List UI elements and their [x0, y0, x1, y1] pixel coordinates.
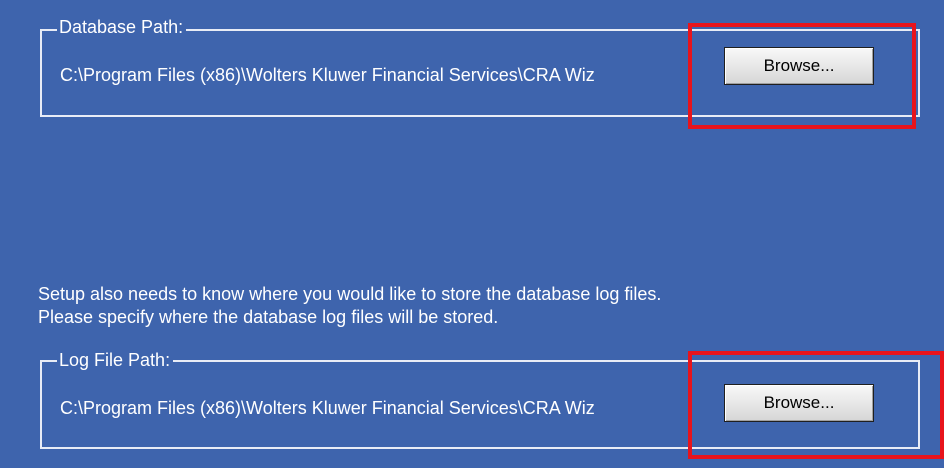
log-files-info-line2: Please specify where the database log fi…: [38, 307, 499, 327]
log-files-info-line1: Setup also needs to know where you would…: [38, 284, 662, 304]
bottom-edge: [0, 468, 950, 474]
log-file-path-value: C:\Program Files (x86)\Wolters Kluwer Fi…: [60, 398, 595, 418]
right-edge: [944, 0, 950, 474]
log-file-path-label: Log File Path:: [57, 349, 174, 371]
database-path-label: Database Path:: [57, 16, 187, 38]
log-file-browse-button[interactable]: Browse...: [724, 384, 874, 422]
setup-panel: Database Path: C:\Program Files (x86)\Wo…: [0, 0, 944, 468]
database-browse-button[interactable]: Browse...: [724, 47, 874, 85]
database-path-value: C:\Program Files (x86)\Wolters Kluwer Fi…: [60, 65, 595, 85]
